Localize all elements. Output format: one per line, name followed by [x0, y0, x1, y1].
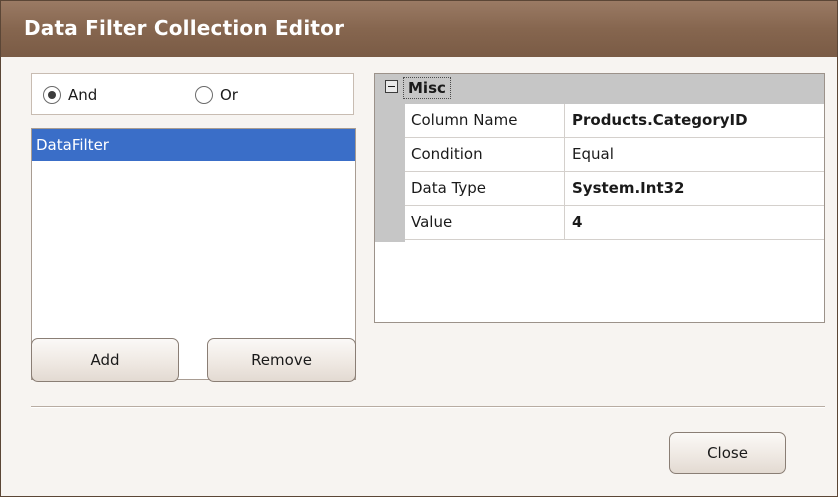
list-item[interactable]: DataFilter: [32, 129, 355, 161]
property-grid[interactable]: Misc Column Name Products.CategoryID Con…: [374, 73, 825, 323]
property-name: Data Type: [405, 172, 565, 205]
property-value[interactable]: Equal: [565, 138, 824, 171]
category-row-misc[interactable]: Misc: [375, 74, 824, 104]
or-radio[interactable]: Or: [195, 84, 238, 106]
dialog-body: And Or DataFilter Add Remove Misc Column…: [1, 57, 837, 496]
remove-button[interactable]: Remove: [207, 338, 356, 382]
and-radio-label: And: [68, 86, 98, 104]
property-name: Column Name: [405, 104, 565, 137]
property-row-condition[interactable]: Condition Equal: [405, 138, 824, 172]
property-value[interactable]: Products.CategoryID: [565, 104, 824, 137]
data-filter-collection-editor-dialog: Data Filter Collection Editor And Or Dat…: [0, 0, 838, 497]
close-button[interactable]: Close: [669, 432, 786, 474]
title-bar[interactable]: Data Filter Collection Editor: [1, 1, 837, 57]
logic-radio-group: And Or: [31, 73, 354, 115]
property-value[interactable]: System.Int32: [565, 172, 824, 205]
property-row-value[interactable]: Value 4: [405, 206, 824, 240]
add-button[interactable]: Add: [31, 338, 179, 382]
or-radio-circle[interactable]: [195, 86, 213, 104]
and-radio-circle[interactable]: [43, 86, 61, 104]
separator-line: [31, 406, 825, 408]
window-title: Data Filter Collection Editor: [24, 16, 345, 40]
property-row-column-name[interactable]: Column Name Products.CategoryID: [405, 104, 824, 138]
property-name: Condition: [405, 138, 565, 171]
property-value[interactable]: 4: [565, 206, 824, 239]
or-radio-label: Or: [220, 86, 238, 104]
property-name: Value: [405, 206, 565, 239]
minus-box-icon[interactable]: [385, 80, 398, 93]
minus-glyph: [388, 86, 395, 87]
property-row-data-type[interactable]: Data Type System.Int32: [405, 172, 824, 206]
and-radio[interactable]: And: [43, 84, 97, 106]
category-label: Misc: [403, 77, 451, 99]
radio-checked-dot: [48, 91, 56, 99]
